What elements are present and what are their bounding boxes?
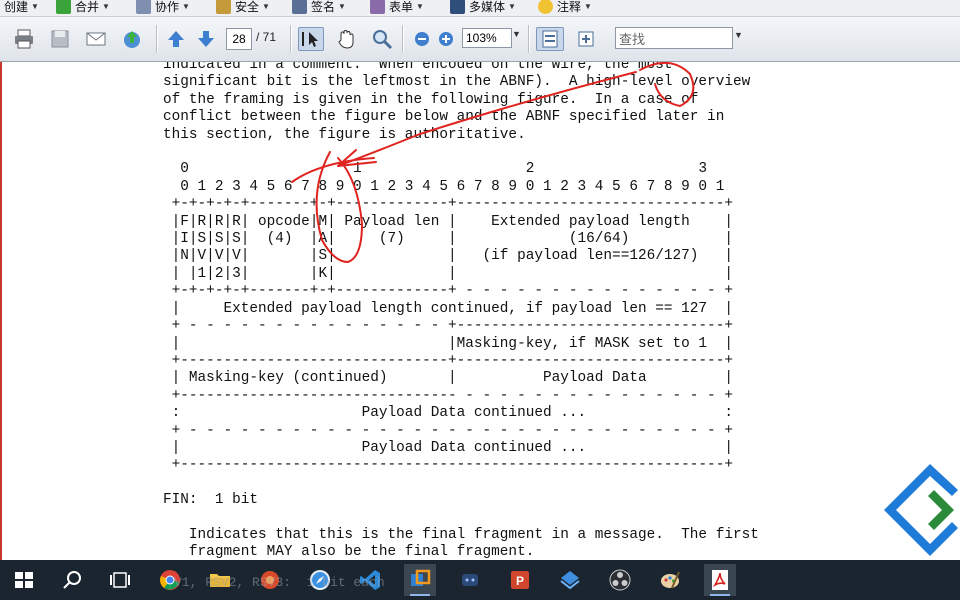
document-text: indicated in a comment. When encoded on … (163, 62, 759, 560)
document-view[interactable]: indicated in a comment. When encoded on … (0, 62, 960, 560)
magnifier-icon (373, 30, 393, 50)
chevron-down-icon: ▼ (508, 1, 516, 11)
menu-create[interactable]: 创建 ▼ (4, 0, 39, 16)
fit-width-button[interactable] (536, 27, 564, 51)
plus-circle-icon (439, 32, 453, 46)
powerpoint-icon: P (511, 571, 529, 589)
toolbar-separator (402, 25, 404, 53)
page-total: / 71 (256, 30, 277, 44)
previous-page-button[interactable] (164, 27, 188, 51)
zoom-in-button[interactable] (434, 27, 458, 51)
acrobat-taskbar-button[interactable] (704, 564, 736, 596)
menu-comment[interactable]: 注释 ▼ (538, 0, 592, 16)
chevron-down-icon: ▼ (584, 1, 592, 11)
email-button[interactable] (84, 27, 108, 51)
app-taskbar-button[interactable] (404, 564, 436, 596)
active-indicator (410, 594, 430, 596)
menu-create-label: 创建 (4, 0, 29, 14)
acrobat-icon (712, 570, 728, 590)
menu-bar: 创建 ▼ 合并 ▼ 协作 ▼ 安全 ▼ 签名 ▼ 表单 ▼ 多媒体 ▼ 注释 ▼ (0, 0, 960, 17)
page-number-input[interactable]: 28 (226, 28, 252, 50)
paint-taskbar-button[interactable] (654, 564, 686, 596)
expand-icon (578, 31, 594, 47)
github-desktop-taskbar-button[interactable] (454, 564, 486, 596)
print-button[interactable] (12, 27, 36, 51)
hand-icon (338, 29, 354, 49)
minus-circle-icon (415, 32, 429, 46)
chevron-down-icon: ▼ (416, 1, 424, 11)
start-button[interactable] (8, 564, 40, 596)
menu-security[interactable]: 安全 ▼ (216, 0, 270, 16)
arrow-up-icon (168, 31, 184, 47)
github-desktop-icon (462, 574, 478, 586)
menu-combine[interactable]: 合并 ▼ (56, 0, 110, 16)
menu-forms-label: 表单 (389, 0, 414, 14)
app-icon (411, 569, 431, 586)
toolbar-separator (156, 25, 158, 53)
menu-collaborate[interactable]: 协作 ▼ (136, 0, 190, 16)
menu-comment-label: 注释 (557, 0, 582, 14)
menu-collaborate-label: 协作 (155, 0, 180, 14)
menu-security-label: 安全 (235, 0, 260, 14)
menu-multimedia-label: 多媒体 (469, 0, 506, 14)
toolbar-separator (290, 25, 292, 53)
taskbar-ghost-text: V1, RSV2, RSV3: 1 bit each (174, 575, 385, 590)
chevron-down-icon: ▼ (338, 1, 346, 11)
save-button[interactable] (48, 27, 72, 51)
paint-icon (661, 571, 680, 589)
taskbar: P (0, 560, 960, 600)
combine-icon (56, 0, 71, 14)
watermark-logo-icon (884, 464, 958, 556)
chevron-down-icon[interactable]: ▼ (734, 30, 743, 40)
obs-icon (609, 569, 631, 591)
chevron-down-icon: ▼ (102, 1, 110, 11)
svg-text:P: P (516, 574, 524, 588)
zoom-level-input[interactable]: 103% (462, 28, 512, 48)
taskbar-search-button[interactable] (56, 564, 88, 596)
task-view-icon (110, 572, 130, 588)
form-icon (370, 0, 385, 14)
menu-combine-label: 合并 (75, 0, 100, 14)
next-page-button[interactable] (194, 27, 218, 51)
film-icon (450, 0, 465, 14)
comment-icon (538, 0, 553, 14)
collaborate-icon (136, 0, 151, 14)
floppy-disk-icon (51, 30, 69, 48)
zoom-out-button[interactable] (410, 27, 434, 51)
search-input[interactable]: 查找 (615, 27, 733, 49)
powerpoint-taskbar-button[interactable]: P (504, 564, 536, 596)
windows-start-icon (15, 572, 33, 588)
menu-multimedia[interactable]: 多媒体 ▼ (450, 0, 516, 16)
app-2-taskbar-button[interactable] (554, 564, 586, 596)
text-cursor-icon (302, 32, 318, 47)
app-icon-2 (560, 571, 580, 590)
arrow-down-icon (198, 31, 214, 47)
zoom-tool-button[interactable] (370, 27, 394, 51)
task-view-button[interactable] (104, 564, 136, 596)
obs-taskbar-button[interactable] (604, 564, 636, 596)
select-tool-button[interactable] (298, 27, 324, 51)
upload-button[interactable] (120, 27, 144, 51)
chevron-down-icon: ▼ (262, 1, 270, 11)
chevron-down-icon: ▼ (31, 1, 39, 11)
menu-forms[interactable]: 表单 ▼ (370, 0, 424, 16)
pen-icon (292, 0, 307, 14)
page-fit-icon (542, 30, 558, 48)
full-screen-button[interactable] (574, 27, 598, 51)
toolbar-separator (528, 25, 530, 53)
hand-tool-button[interactable] (334, 27, 358, 51)
envelope-icon (86, 32, 106, 46)
lock-icon (216, 0, 231, 14)
toolbar: 28 / 71 103% ▼ 查找 ▼ (0, 17, 960, 62)
active-indicator (710, 594, 730, 596)
chevron-down-icon: ▼ (182, 1, 190, 11)
menu-sign-label: 签名 (311, 0, 336, 14)
chevron-down-icon[interactable]: ▼ (512, 29, 521, 39)
globe-upload-icon (124, 31, 140, 48)
menu-sign[interactable]: 签名 ▼ (292, 0, 346, 16)
search-icon (63, 571, 81, 589)
printer-icon (15, 29, 33, 49)
document-left-edge (0, 62, 2, 560)
